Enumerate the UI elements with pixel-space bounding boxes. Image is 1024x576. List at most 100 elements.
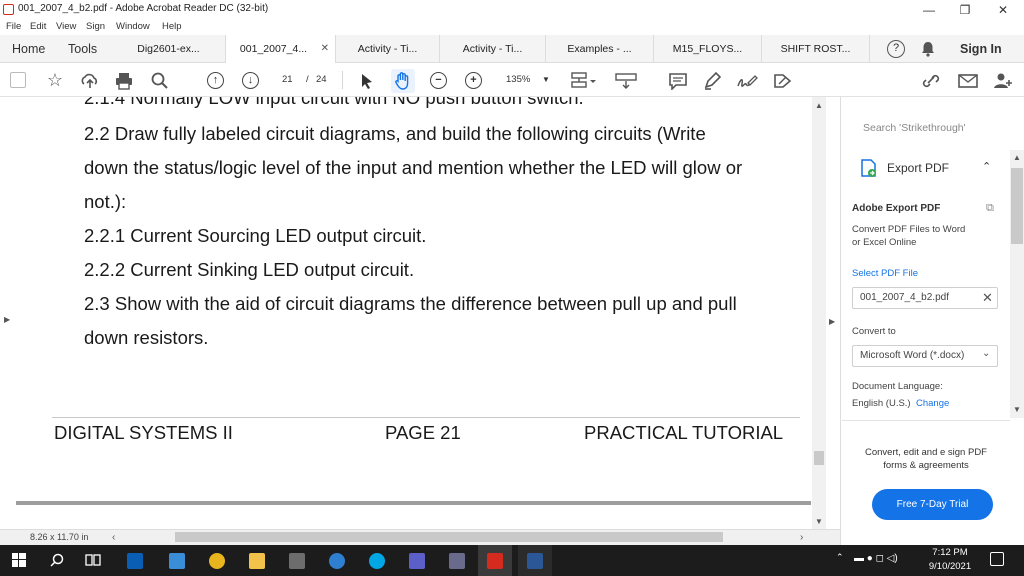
scroll-mode-icon[interactable] — [614, 72, 638, 90]
scroll-left-arrow-icon[interactable]: ‹ — [112, 532, 115, 543]
format-dropdown-chevron-icon[interactable]: ⌄ — [982, 348, 990, 359]
help-icon[interactable]: ? — [887, 40, 905, 58]
tray-chevron-icon[interactable]: ⌃ — [836, 552, 844, 563]
add-user-icon[interactable] — [992, 71, 1014, 91]
word-icon[interactable] — [518, 545, 552, 576]
document-partial-line: 2.1.4 Normally LOW input circuit with NO… — [84, 97, 584, 108]
scroll-right-arrow-icon[interactable]: › — [800, 532, 803, 543]
select-pdf-file-link[interactable]: Select PDF File — [852, 268, 918, 279]
calculator-icon[interactable] — [280, 545, 314, 576]
sign-icon[interactable] — [736, 71, 758, 91]
convert-format-select[interactable]: Microsoft Word (*.docx) — [852, 345, 998, 367]
collapse-chevron-icon[interactable]: ⌃ — [982, 160, 991, 173]
menu-window[interactable]: Window — [116, 21, 150, 32]
export-pdf-title[interactable]: Export PDF — [887, 161, 949, 175]
left-gutter — [0, 97, 16, 529]
bookmark-star-icon[interactable]: ☆ — [44, 63, 66, 97]
file-explorer-icon[interactable] — [240, 545, 274, 576]
menu-view[interactable]: View — [56, 21, 76, 32]
selected-file-name: 001_2007_4_b2.pdf — [860, 292, 949, 303]
search-icon[interactable] — [40, 545, 74, 576]
taskbar-clock[interactable]: 7:12 PM 9/10/2021 — [920, 546, 980, 574]
home-tab[interactable]: Home — [12, 35, 45, 63]
document-tab[interactable]: Examples - ... — [546, 35, 654, 63]
panel-scroll-down-icon[interactable]: ▼ — [1013, 405, 1021, 414]
page-display-icon[interactable] — [570, 71, 598, 91]
scroll-up-arrow-icon[interactable]: ▲ — [815, 101, 823, 110]
document-viewport[interactable]: ▶ 2.1.4 Normally LOW input circuit with … — [0, 97, 840, 529]
fill-sign-icon[interactable] — [772, 71, 794, 91]
restore-button[interactable]: ❐ — [948, 1, 982, 19]
toolbar-divider — [342, 71, 343, 89]
close-tab-icon[interactable]: ✕ — [321, 35, 329, 63]
notifications-bell-icon[interactable] — [918, 39, 938, 59]
skype-icon[interactable] — [360, 545, 394, 576]
page-number-input[interactable]: 21 — [282, 63, 293, 97]
promo-text: forms & agreements — [883, 460, 969, 471]
document-text-line: 2.2 Draw fully labeled circuit diagrams,… — [84, 123, 706, 144]
page-size-label: 8.26 x 11.70 in — [30, 532, 89, 542]
outlook-icon[interactable] — [118, 545, 152, 576]
save-icon[interactable] — [10, 72, 26, 88]
document-tab-active[interactable]: 001_2007_4... ✕ — [226, 35, 336, 63]
previous-page-icon[interactable]: ↑ — [207, 72, 224, 89]
teams-icon[interactable] — [400, 545, 434, 576]
share-link-icon[interactable] — [920, 72, 942, 90]
remove-file-icon[interactable]: ✕ — [982, 290, 993, 306]
page-break — [16, 501, 811, 505]
menu-edit[interactable]: Edit — [30, 21, 46, 32]
horizontal-scroll-thumb[interactable] — [175, 532, 723, 542]
document-text-line: 2.2.2 Current Sinking LED output circuit… — [84, 259, 415, 280]
chrome-icon[interactable] — [200, 545, 234, 576]
sign-in-button[interactable]: Sign In — [960, 35, 1002, 63]
zoom-dropdown-chevron-icon[interactable]: ▼ — [542, 63, 550, 97]
zoom-level-select[interactable]: 135% — [506, 63, 530, 97]
selected-file-field[interactable]: 001_2007_4_b2.pdf — [852, 287, 998, 309]
tray-icons[interactable]: ▬ ● ◻ ◁) — [854, 553, 898, 564]
document-text-line: down resistors. — [84, 327, 209, 348]
notification-center-icon[interactable] — [990, 552, 1004, 566]
document-tab[interactable]: M15_FLOYS... — [654, 35, 762, 63]
scroll-down-arrow-icon[interactable]: ▼ — [815, 517, 823, 526]
menu-help[interactable]: Help — [162, 21, 182, 32]
zoom-in-icon[interactable]: + — [465, 72, 482, 89]
menu-sign[interactable]: Sign — [86, 21, 105, 32]
acrobat-app-icon — [3, 4, 14, 15]
document-text-line: not.): — [84, 191, 127, 212]
tools-search-input[interactable]: Search 'Strikethrough' — [852, 115, 1007, 139]
zoom-search-icon[interactable] — [150, 71, 170, 91]
panel-scroll-thumb[interactable] — [1011, 168, 1023, 244]
tab-label: Dig2601-ex... — [137, 43, 200, 55]
change-language-link[interactable]: Change — [916, 398, 949, 409]
zoom-out-icon[interactable]: − — [430, 72, 447, 89]
document-tab[interactable]: Activity - Ti... — [336, 35, 440, 63]
print-icon[interactable] — [114, 72, 134, 90]
acrobat-taskbar-icon[interactable] — [478, 545, 512, 576]
highlight-pen-icon[interactable] — [702, 71, 722, 91]
hand-tool-icon[interactable] — [391, 69, 415, 93]
select-cursor-icon[interactable] — [360, 73, 374, 89]
next-page-icon[interactable]: ↓ — [242, 72, 259, 89]
document-tab[interactable]: Activity - Ti... — [440, 35, 546, 63]
sticky-notes-icon[interactable] — [160, 545, 194, 576]
copy-icon[interactable]: ⧉ — [986, 202, 994, 215]
email-icon[interactable] — [957, 73, 979, 89]
document-scroll-thumb[interactable] — [814, 451, 824, 465]
app-icon[interactable] — [440, 545, 474, 576]
tools-tab[interactable]: Tools — [68, 35, 97, 63]
free-trial-button[interactable]: Free 7-Day Trial — [872, 489, 993, 520]
comment-icon[interactable] — [668, 72, 688, 91]
close-window-button[interactable]: ✕ — [986, 1, 1020, 19]
document-tab[interactable]: Dig2601-ex... — [112, 35, 226, 63]
toolbar: ☆ ↑ ↓ 21 / 24 − + 135% ▼ — [0, 63, 1024, 97]
menu-file[interactable]: File — [6, 21, 21, 32]
panel-scroll-up-icon[interactable]: ▲ — [1013, 153, 1021, 162]
task-view-icon[interactable] — [76, 545, 110, 576]
expand-left-panel-icon[interactable]: ▶ — [4, 315, 10, 324]
windows-start-icon[interactable] — [2, 545, 36, 576]
share-upload-icon[interactable] — [80, 72, 100, 90]
minimize-button[interactable]: — — [912, 1, 946, 19]
collapse-right-panel-icon[interactable]: ▶ — [829, 317, 835, 326]
edge-icon[interactable] — [320, 545, 354, 576]
document-tab[interactable]: SHIFT ROST... — [762, 35, 870, 63]
